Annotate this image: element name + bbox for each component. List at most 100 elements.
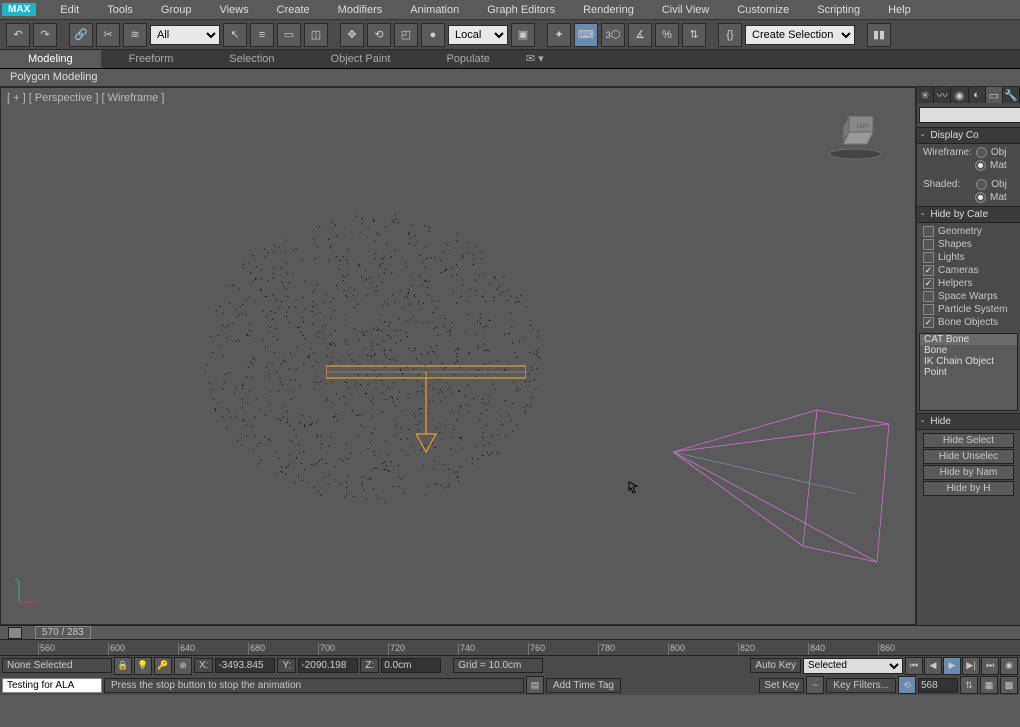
viewport-nav-2[interactable]: ▩ bbox=[1000, 676, 1018, 694]
window-crossing-button[interactable]: ◫ bbox=[304, 23, 328, 47]
scale-button[interactable]: ◰ bbox=[394, 23, 418, 47]
panel-utilities-tab[interactable]: 🔧 bbox=[1003, 87, 1020, 103]
category-check-space-warps[interactable] bbox=[923, 291, 934, 302]
y-input[interactable] bbox=[298, 658, 358, 673]
go-end-button[interactable]: ⏭ bbox=[981, 657, 999, 675]
selection-filter-dropdown[interactable]: All bbox=[150, 25, 220, 45]
selection-lock-icon[interactable]: 🔑 bbox=[154, 657, 172, 675]
undo-button[interactable]: ↶ bbox=[6, 23, 30, 47]
menu-civil-view[interactable]: Civil View bbox=[648, 2, 723, 18]
add-time-tag[interactable]: Add Time Tag bbox=[546, 678, 621, 693]
view-cube[interactable]: LEFT bbox=[827, 116, 883, 160]
key-mode-toggle[interactable]: ◉ bbox=[1000, 657, 1018, 675]
list-item[interactable]: CAT Bone bbox=[920, 334, 1017, 345]
hide-button[interactable]: Hide by H bbox=[923, 481, 1014, 496]
menu-tools[interactable]: Tools bbox=[93, 2, 147, 18]
menu-edit[interactable]: Edit bbox=[46, 2, 93, 18]
named-sel-sets-icon[interactable]: {} bbox=[718, 23, 742, 47]
move-button[interactable]: ✥ bbox=[340, 23, 364, 47]
select-object-button[interactable]: ↖ bbox=[223, 23, 247, 47]
ribbon-object-paint[interactable]: Object Paint bbox=[303, 50, 419, 68]
menu-group[interactable]: Group bbox=[147, 2, 206, 18]
menu-help[interactable]: Help bbox=[874, 2, 925, 18]
panel-search-input[interactable] bbox=[919, 107, 1020, 123]
category-check-particle-system[interactable] bbox=[923, 304, 934, 315]
shaded-obj-radio[interactable] bbox=[976, 179, 987, 190]
x-input[interactable] bbox=[215, 658, 275, 673]
menu-rendering[interactable]: Rendering bbox=[569, 2, 648, 18]
menu-create[interactable]: Create bbox=[263, 2, 324, 18]
ribbon-selection[interactable]: Selection bbox=[201, 50, 302, 68]
setkey-icon[interactable]: ~ bbox=[806, 676, 824, 694]
snap-toggle-3-button[interactable]: 3⬡ bbox=[601, 23, 625, 47]
bind-spacewarp-button[interactable]: ≋ bbox=[123, 23, 147, 47]
category-check-shapes[interactable] bbox=[923, 239, 934, 250]
listener-icon[interactable]: ▤ bbox=[526, 676, 544, 694]
ribbon-freeform[interactable]: Freeform bbox=[101, 50, 202, 68]
list-item[interactable]: IK Chain Object bbox=[920, 356, 1017, 367]
angle-snap-button[interactable]: ∡ bbox=[628, 23, 652, 47]
viewport-nav-1[interactable]: ▦ bbox=[980, 676, 998, 694]
category-check-lights[interactable] bbox=[923, 252, 934, 263]
rollout-hide-category[interactable]: Hide by Cate bbox=[930, 209, 988, 220]
unlink-button[interactable]: ✂ bbox=[96, 23, 120, 47]
percent-snap-button[interactable]: % bbox=[655, 23, 679, 47]
lock-selection-button[interactable]: 🔒 bbox=[114, 657, 132, 675]
redo-button[interactable]: ↷ bbox=[33, 23, 57, 47]
list-item[interactable]: Bone bbox=[920, 345, 1017, 356]
bone-type-list[interactable]: CAT BoneBoneIK Chain ObjectPoint bbox=[919, 333, 1018, 411]
panel-display-tab[interactable]: ▭ bbox=[986, 87, 1003, 103]
placement-button[interactable]: ● bbox=[421, 23, 445, 47]
menu-modifiers[interactable]: Modifiers bbox=[324, 2, 397, 18]
viewport-label[interactable]: [ + ] [ Perspective ] [ Wireframe ] bbox=[7, 92, 164, 104]
category-check-bone-objects[interactable] bbox=[923, 317, 934, 328]
panel-modify-tab[interactable]: 〰 bbox=[934, 87, 951, 103]
category-check-helpers[interactable] bbox=[923, 278, 934, 289]
hide-button[interactable]: Hide Select bbox=[923, 433, 1014, 448]
z-input[interactable] bbox=[381, 658, 441, 673]
hide-button[interactable]: Hide Unselec bbox=[923, 449, 1014, 464]
key-filters-button[interactable]: Key Filters... bbox=[826, 678, 896, 693]
use-pivot-button[interactable]: ▣ bbox=[511, 23, 535, 47]
category-check-cameras[interactable] bbox=[923, 265, 934, 276]
panel-hierarchy-tab[interactable]: ◉ bbox=[951, 87, 968, 103]
time-config-icon[interactable]: ⟲ bbox=[898, 676, 916, 694]
autokey-button[interactable]: Auto Key bbox=[750, 658, 801, 673]
rotate-button[interactable]: ⟲ bbox=[367, 23, 391, 47]
list-item[interactable]: Point bbox=[920, 367, 1017, 378]
next-frame-button[interactable]: ▶| bbox=[962, 657, 980, 675]
up-down-icon[interactable]: ⇅ bbox=[960, 676, 978, 694]
keyboard-shortcut-button[interactable]: ⌨ bbox=[574, 23, 598, 47]
prev-frame-button[interactable]: ◀ bbox=[924, 657, 942, 675]
select-by-name-button[interactable]: ≡ bbox=[250, 23, 274, 47]
wireframe-obj-radio[interactable] bbox=[976, 147, 987, 158]
setkey-button[interactable]: Set Key bbox=[759, 678, 804, 693]
absolute-transform-button[interactable]: ⊕ bbox=[174, 657, 192, 675]
link-button[interactable]: 🔗 bbox=[69, 23, 93, 47]
wireframe-mat-radio[interactable] bbox=[975, 160, 986, 171]
menu-graph-editors[interactable]: Graph Editors bbox=[473, 2, 569, 18]
ribbon-modeling[interactable]: Modeling bbox=[0, 50, 101, 68]
panel-create-tab[interactable]: ✳ bbox=[917, 87, 934, 103]
go-start-button[interactable]: ⏮ bbox=[905, 657, 923, 675]
time-slider-handle[interactable] bbox=[8, 627, 22, 639]
viewport[interactable]: [ + ] [ Perspective ] [ Wireframe ] LEFT… bbox=[0, 87, 916, 625]
ribbon-collapse-icon[interactable]: ✉ ▾ bbox=[518, 49, 552, 68]
rollout-hide[interactable]: Hide bbox=[930, 416, 951, 427]
menu-animation[interactable]: Animation bbox=[396, 2, 473, 18]
time-ruler[interactable]: 560600640680700720740760780800820840860 bbox=[0, 639, 1020, 655]
category-check-geometry[interactable] bbox=[923, 226, 934, 237]
shaded-mat-radio[interactable] bbox=[975, 192, 986, 203]
time-slider[interactable]: 570 / 283 bbox=[0, 625, 1020, 639]
ref-coord-dropdown[interactable]: Local bbox=[448, 25, 508, 45]
play-button[interactable]: ▶ bbox=[943, 657, 961, 675]
panel-motion-tab[interactable]: ◐ bbox=[969, 87, 986, 103]
select-manipulate-button[interactable]: ✦ bbox=[547, 23, 571, 47]
mirror-button[interactable]: ▮▮ bbox=[867, 23, 891, 47]
menu-customize[interactable]: Customize bbox=[723, 2, 803, 18]
isolate-button[interactable]: 💡 bbox=[134, 657, 152, 675]
named-selection-sets-dropdown[interactable]: Create Selection Set bbox=[745, 25, 855, 45]
menu-views[interactable]: Views bbox=[205, 2, 262, 18]
spinner-snap-button[interactable]: ⇅ bbox=[682, 23, 706, 47]
rollout-display-color[interactable]: Display Co bbox=[930, 130, 978, 141]
